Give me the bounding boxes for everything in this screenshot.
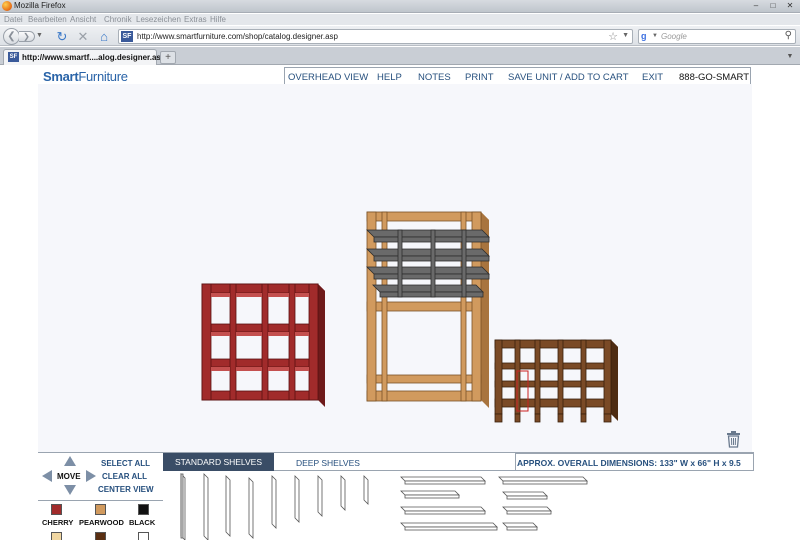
tab-standard-shelves[interactable]: STANDARD SHELVES [163,453,274,471]
nav-overhead-view[interactable]: OVERHEAD VIEW [288,72,368,83]
menu-ansicht[interactable]: Ansicht [70,15,96,24]
google-engine-icon[interactable]: g [641,31,652,42]
menu-bearbeiten[interactable]: Bearbeiten [28,15,67,24]
tab-deep-shelves[interactable]: DEEP SHELVES [296,458,360,468]
search-bar[interactable]: g ▼ Google ⚲ [638,29,796,44]
vertical-panel-piece[interactable] [340,475,346,511]
window-title: Mozilla Firefox [14,1,66,10]
search-engine-dropdown-icon[interactable]: ▼ [652,33,658,39]
vertical-panel-piece[interactable] [271,475,277,529]
history-dropdown-icon[interactable]: ▼ [36,32,43,39]
swatch-walnut[interactable] [95,532,106,540]
window-titlebar: Mozilla Firefox – □ ✕ [0,0,800,13]
nav-exit[interactable]: EXIT [642,72,663,83]
bookmark-star-icon[interactable]: ☆ [608,30,618,43]
tab-bar: SF http://www.smartf....alog.designer.as… [0,47,800,65]
nav-save-unit[interactable]: SAVE UNIT / ADD TO CART [508,72,629,83]
search-placeholder: Google [661,32,687,41]
swatch-maple[interactable] [51,532,62,540]
horizontal-shelf-piece[interactable] [400,506,486,515]
logo-furniture-text: Furniture [78,69,128,84]
horizontal-shelf-piece[interactable] [400,490,460,499]
move-right-arrow-icon[interactable] [86,470,96,482]
smartfurniture-logo[interactable]: SmartFurniture YOU DESIGN. WE DELIVER. [43,69,135,87]
horizontal-shelf-piece[interactable] [502,522,538,531]
nav-notes[interactable]: NOTES [418,72,451,83]
minimize-button[interactable]: – [748,1,764,11]
horizontal-shelf-piece[interactable] [400,476,486,485]
home-icon[interactable]: ⌂ [96,29,112,45]
vertical-panel-piece[interactable] [294,475,300,523]
url-bar[interactable]: SF http://www.smartfurniture.com/shop/ca… [118,29,633,44]
menu-chronik[interactable]: Chronik [104,15,132,24]
swatch-white[interactable] [138,532,149,540]
menu-bar: Datei Bearbeiten Ansicht Chronik Lesezei… [0,14,800,25]
move-controls: MOVE SELECT ALL CLEAR ALL CENTER VIEW [38,453,163,499]
walnut-shelving-unit[interactable] [494,339,618,423]
search-icon[interactable]: ⚲ [785,30,792,41]
vertical-panel-piece[interactable] [180,473,186,540]
horizontal-shelf-piece[interactable] [502,491,548,500]
menu-datei[interactable]: Datei [4,15,23,24]
back-button[interactable]: ❮ [3,28,20,45]
close-window-button[interactable]: ✕ [782,1,798,11]
horizontal-shelf-piece[interactable] [502,506,552,515]
swatch-black[interactable] [138,504,149,515]
vertical-panel-piece[interactable] [363,475,369,505]
vertical-panel-piece[interactable] [225,475,231,537]
tab-designer[interactable]: SF http://www.smartf....alog.designer.as… [3,49,166,65]
select-all-link[interactable]: SELECT ALL [101,459,150,468]
navigation-toolbar: ❮ ❯ ▼ ↻ ✕ ⌂ SF http://www.smartfurniture… [0,26,800,46]
swatch-label-cherry: CHERRY [42,518,74,527]
menu-hilfe[interactable]: Hilfe [210,15,226,24]
web-page: SmartFurniture YOU DESIGN. WE DELIVER. O… [0,66,800,540]
reload-icon[interactable]: ↻ [54,29,70,45]
menu-lesezeichen[interactable]: Lesezeichen [136,15,181,24]
vertical-panel-piece[interactable] [203,473,209,540]
shelf-piece-catalog [163,472,754,540]
nav-help[interactable]: HELP [377,72,402,83]
center-view-link[interactable]: CENTER VIEW [98,485,154,494]
move-label: MOVE [57,472,81,481]
horizontal-shelf-piece[interactable] [498,476,588,485]
firefox-logo-icon [2,1,12,11]
url-dropdown-icon[interactable]: ▼ [622,32,629,39]
vertical-panel-piece[interactable] [317,475,323,517]
cherry-shelving-unit[interactable] [201,283,325,407]
stop-icon[interactable]: ✕ [75,29,91,45]
overall-dimensions: APPROX. OVERALL DIMENSIONS: 133" W x 66"… [517,458,741,468]
swatch-pearwood[interactable] [95,504,106,515]
logo-smart-text: Smart [43,69,79,84]
new-tab-button[interactable]: + [160,51,176,64]
shelf-pieces-svg [180,473,588,540]
swatch-label-black: BLACK [129,518,156,527]
move-up-arrow-icon[interactable] [64,456,76,466]
shelf-tabs: STANDARD SHELVES DEEP SHELVES APPROX. OV… [163,453,754,471]
move-down-arrow-icon[interactable] [64,485,76,495]
tab-list-dropdown-icon[interactable]: ▼ [784,51,796,63]
forward-button[interactable]: ❯ [19,31,35,42]
clear-all-link[interactable]: CLEAR ALL [102,472,147,481]
trash-icon[interactable] [726,430,741,448]
site-favicon-icon: SF [121,31,133,42]
swatch-label-pearwood: PEARWOOD [79,518,124,527]
maximize-button[interactable]: □ [765,1,781,11]
nav-print[interactable]: PRINT [465,72,494,83]
finish-swatches: CHERRY PEARWOOD BLACK [38,500,163,540]
vertical-panel-piece[interactable] [248,477,254,539]
horizontal-shelf-piece[interactable] [400,522,498,531]
design-canvas[interactable] [38,84,752,452]
url-text[interactable]: http://www.smartfurniture.com/shop/catal… [137,32,338,41]
swatch-cherry[interactable] [51,504,62,515]
furniture-scene[interactable] [38,84,752,452]
move-left-arrow-icon[interactable] [42,470,52,482]
tab-label: http://www.smartf....alog.designer.asp [22,53,166,62]
phone-number: 888-GO-SMART [679,72,750,83]
tab-favicon-icon: SF [8,52,19,62]
menu-extras[interactable]: Extras [184,15,207,24]
